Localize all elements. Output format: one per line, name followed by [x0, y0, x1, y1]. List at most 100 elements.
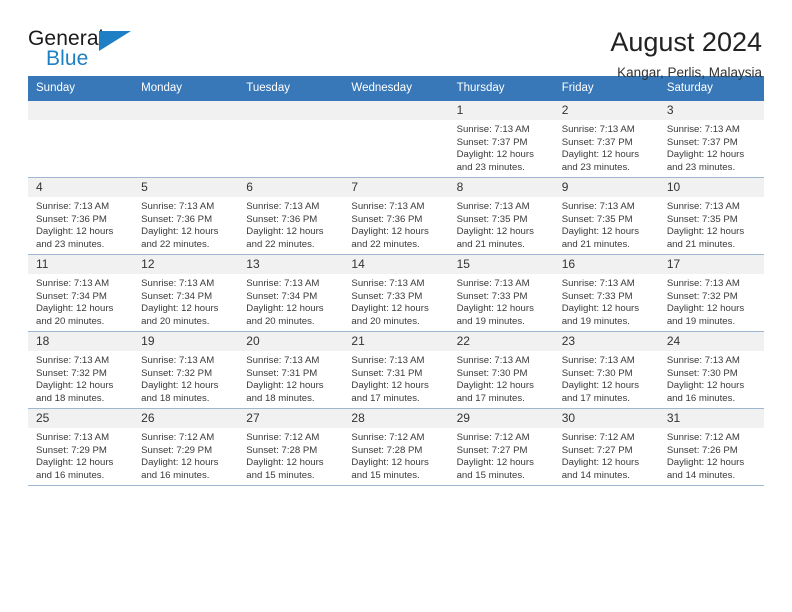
sunset-text: Sunset: 7:27 PM [561, 444, 633, 456]
daylight-text-line2: and 17 minutes. [561, 392, 630, 404]
calendar-day-cell[interactable]: 19 Sunrise: 7:13 AM Sunset: 7:32 PM Dayligh… [133, 331, 239, 409]
calendar-day-cell[interactable]: 18 Sunrise: 7:13 AM Sunset: 7:32 PM Dayligh… [28, 331, 134, 409]
day-details: Sunrise: 7:13 AM Sunset: 7:34 PM Daylight:… [238, 274, 343, 328]
sunrise-text: Sunrise: 7:12 AM [561, 432, 635, 443]
day-number: 28 [343, 409, 449, 428]
sunrise-text: Sunrise: 7:13 AM [36, 278, 110, 289]
sunrise-text: Sunrise: 7:13 AM [666, 201, 740, 212]
daylight-text-line1: Daylight: 12 hours [561, 457, 640, 469]
day-details: Sunrise: 7:13 AM Sunset: 7:37 PM Daylight:… [449, 120, 554, 174]
sunset-text: Sunset: 7:32 PM [666, 290, 738, 302]
calendar-day-cell[interactable]: 3 Sunrise: 7:13 AM Sunset: 7:37 PM Daylight… [658, 101, 764, 178]
sunset-text: Sunset: 7:35 PM [561, 213, 633, 225]
weekday-header-monday: Monday [133, 76, 239, 101]
calendar-day-cell[interactable]: 16 Sunrise: 7:13 AM Sunset: 7:33 PM Dayligh… [553, 254, 659, 332]
sunrise-text: Sunrise: 7:13 AM [456, 124, 530, 135]
calendar-day-cell[interactable]: 12 Sunrise: 7:13 AM Sunset: 7:34 PM Dayligh… [133, 254, 239, 332]
daylight-text-line2: and 20 minutes. [246, 315, 315, 327]
calendar-week-row: 1 Sunrise: 7:13 AM Sunset: 7:37 PM Daylight… [28, 101, 764, 178]
sunset-text: Sunset: 7:34 PM [36, 290, 107, 302]
day-number: 23 [553, 332, 659, 351]
calendar-day-cell[interactable]: 7 Sunrise: 7:13 AM Sunset: 7:36 PM Daylight… [343, 177, 449, 255]
calendar-day-cell[interactable]: 30 Sunrise: 7:12 AM Sunset: 7:27 PM Dayligh… [553, 408, 659, 485]
daylight-text-line2: and 16 minutes. [666, 392, 736, 404]
sunrise-text: Sunrise: 7:13 AM [666, 278, 740, 289]
sunrise-text: Sunrise: 7:13 AM [561, 201, 635, 212]
day-number: 26 [133, 409, 239, 428]
calendar-week-row: 11 Sunrise: 7:13 AM Sunset: 7:34 PM Dayligh… [28, 254, 764, 332]
sunset-text: Sunset: 7:32 PM [141, 367, 213, 379]
sunset-text: Sunset: 7:28 PM [351, 444, 423, 456]
daylight-text-line1: Daylight: 12 hours [141, 303, 219, 315]
daylight-text-line1: Daylight: 12 hours [456, 457, 534, 469]
day-number: 24 [658, 332, 764, 351]
calendar-day-cell[interactable]: 20 Sunrise: 7:13 AM Sunset: 7:31 PM Dayligh… [238, 331, 344, 409]
calendar-day-cell[interactable]: 10 Sunrise: 7:13 AM Sunset: 7:35 PM Dayligh… [658, 177, 764, 255]
day-number [133, 101, 239, 120]
calendar-day-cell-empty [238, 101, 344, 178]
calendar-day-cell[interactable]: 13 Sunrise: 7:13 AM Sunset: 7:34 PM Dayligh… [238, 254, 344, 332]
calendar-day-cell[interactable]: 6 Sunrise: 7:13 AM Sunset: 7:36 PM Daylight… [238, 177, 344, 255]
daylight-text-line2: and 17 minutes. [351, 392, 420, 404]
calendar-day-cell[interactable]: 14 Sunrise: 7:13 AM Sunset: 7:33 PM Dayligh… [343, 254, 449, 332]
daylight-text-line1: Daylight: 12 hours [666, 226, 745, 238]
sunset-text: Sunset: 7:36 PM [351, 213, 423, 225]
calendar-day-cell[interactable]: 11 Sunrise: 7:13 AM Sunset: 7:34 PM Dayligh… [28, 254, 134, 332]
sunset-text: Sunset: 7:34 PM [246, 290, 318, 302]
day-number [28, 101, 134, 120]
triangle-flag-icon [99, 31, 131, 51]
calendar-day-cell[interactable]: 25 Sunrise: 7:13 AM Sunset: 7:29 PM Dayligh… [28, 408, 134, 485]
day-number: 17 [658, 255, 764, 274]
daylight-text-line2: and 14 minutes. [666, 469, 736, 481]
daylight-text-line2: and 19 minutes. [561, 315, 630, 327]
sunset-text: Sunset: 7:36 PM [141, 213, 213, 225]
calendar-day-cell[interactable]: 17 Sunrise: 7:13 AM Sunset: 7:32 PM Dayligh… [658, 254, 764, 332]
daylight-text-line2: and 23 minutes. [36, 238, 105, 250]
weekday-header-wednesday: Wednesday [343, 76, 449, 101]
sunset-text: Sunset: 7:28 PM [246, 444, 318, 456]
sunrise-text: Sunrise: 7:13 AM [36, 355, 110, 366]
day-details: Sunrise: 7:13 AM Sunset: 7:33 PM Daylight:… [554, 274, 659, 328]
calendar-day-cell[interactable]: 5 Sunrise: 7:13 AM Sunset: 7:36 PM Daylight… [133, 177, 239, 255]
calendar-day-cell[interactable]: 29 Sunrise: 7:12 AM Sunset: 7:27 PM Dayligh… [448, 408, 554, 485]
day-details: Sunrise: 7:13 AM Sunset: 7:34 PM Daylight:… [133, 274, 238, 328]
calendar-day-cell[interactable]: 26 Sunrise: 7:12 AM Sunset: 7:29 PM Dayligh… [133, 408, 239, 485]
calendar-day-cell[interactable]: 2 Sunrise: 7:13 AM Sunset: 7:37 PM Daylight… [553, 101, 659, 178]
day-number: 16 [553, 255, 659, 274]
day-details: Sunrise: 7:13 AM Sunset: 7:36 PM Daylight:… [343, 197, 448, 251]
sunrise-text: Sunrise: 7:13 AM [456, 355, 530, 366]
daylight-text-line1: Daylight: 12 hours [456, 380, 534, 392]
calendar-day-cell[interactable]: 1 Sunrise: 7:13 AM Sunset: 7:37 PM Daylight… [448, 101, 554, 178]
calendar-grid: Sunday Monday Tuesday Wednesday Thursday… [28, 76, 764, 485]
calendar-day-cell[interactable]: 24 Sunrise: 7:13 AM Sunset: 7:30 PM Dayligh… [658, 331, 764, 409]
calendar-day-cell[interactable]: 23 Sunrise: 7:13 AM Sunset: 7:30 PM Dayligh… [553, 331, 659, 409]
calendar-day-cell[interactable]: 4 Sunrise: 7:13 AM Sunset: 7:36 PM Daylight… [28, 177, 134, 255]
calendar-day-cell[interactable]: 22 Sunrise: 7:13 AM Sunset: 7:30 PM Dayligh… [448, 331, 554, 409]
calendar-day-cell[interactable]: 15 Sunrise: 7:13 AM Sunset: 7:33 PM Dayligh… [448, 254, 554, 332]
daylight-text-line1: Daylight: 12 hours [561, 303, 640, 315]
brand-logo[interactable]: General Blue [28, 28, 148, 74]
calendar-day-cell[interactable]: 8 Sunrise: 7:13 AM Sunset: 7:35 PM Daylight… [448, 177, 554, 255]
sunrise-text: Sunrise: 7:13 AM [666, 124, 740, 135]
calendar-day-cell[interactable]: 21 Sunrise: 7:13 AM Sunset: 7:31 PM Dayligh… [343, 331, 449, 409]
sunset-text: Sunset: 7:37 PM [666, 136, 738, 148]
daylight-text-line2: and 23 minutes. [456, 161, 525, 173]
sunrise-text: Sunrise: 7:13 AM [141, 355, 215, 366]
weekday-header-tuesday: Tuesday [238, 76, 344, 101]
day-details: Sunrise: 7:12 AM Sunset: 7:26 PM Daylight:… [659, 428, 764, 482]
weekday-header-thursday: Thursday [448, 76, 554, 101]
day-number: 22 [448, 332, 554, 351]
daylight-text-line2: and 16 minutes. [36, 469, 105, 481]
daylight-text-line2: and 17 minutes. [456, 392, 525, 404]
sunset-text: Sunset: 7:33 PM [351, 290, 423, 302]
calendar-day-cell[interactable]: 31 Sunrise: 7:12 AM Sunset: 7:26 PM Dayligh… [658, 408, 764, 485]
sunrise-text: Sunrise: 7:12 AM [351, 432, 425, 443]
sunset-text: Sunset: 7:30 PM [561, 367, 633, 379]
daylight-text-line1: Daylight: 12 hours [666, 149, 745, 161]
daylight-text-line2: and 22 minutes. [246, 238, 315, 250]
calendar-day-cell[interactable]: 28 Sunrise: 7:12 AM Sunset: 7:28 PM Dayligh… [343, 408, 449, 485]
calendar-page: General Blue August 2024 Kangar, Perlis,… [0, 0, 792, 612]
calendar-day-cell[interactable]: 27 Sunrise: 7:12 AM Sunset: 7:28 PM Dayligh… [238, 408, 344, 485]
day-details: Sunrise: 7:13 AM Sunset: 7:34 PM Daylight:… [28, 274, 133, 328]
calendar-day-cell[interactable]: 9 Sunrise: 7:13 AM Sunset: 7:35 PM Daylight… [553, 177, 659, 255]
